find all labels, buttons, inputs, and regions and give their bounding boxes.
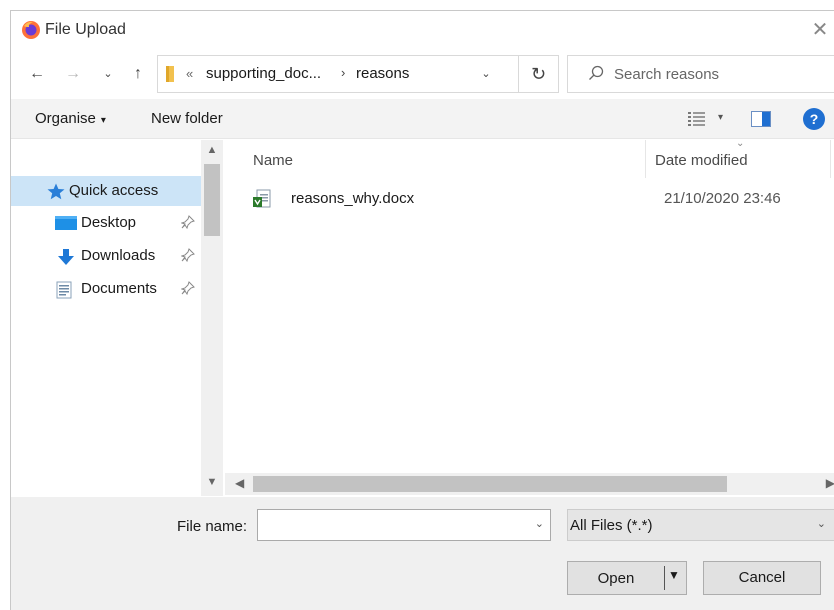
word-document-icon — [253, 189, 271, 213]
download-arrow-icon — [57, 248, 75, 270]
title-bar: File Upload ✕ — [11, 11, 834, 49]
search-box[interactable] — [567, 55, 834, 93]
breadcrumb-separator[interactable]: › — [341, 65, 345, 80]
view-options-icon[interactable] — [687, 110, 707, 132]
organise-button[interactable]: Organise ▾ — [35, 110, 106, 127]
file-name: reasons_why.docx — [291, 190, 415, 207]
preview-pane-icon[interactable] — [751, 111, 771, 127]
chevron-down-icon: ▾ — [100, 115, 106, 126]
refresh-button[interactable]: ↻ — [519, 55, 559, 93]
file-name-combobox[interactable]: ⌄ — [257, 509, 551, 541]
file-name-label: File name: — [177, 518, 248, 535]
horizontal-scrollbar[interactable]: ◀ ▶ — [225, 473, 834, 495]
sort-chevron-icon: ⌄ — [736, 138, 745, 149]
file-date-modified: 21/10/2020 23:46 — [664, 190, 781, 207]
scroll-right-icon[interactable]: ▶ — [826, 476, 834, 490]
desktop-folder-icon — [55, 215, 77, 235]
window-title: File Upload — [45, 21, 126, 38]
dropdown-arrow-icon[interactable]: ▼ — [668, 568, 680, 582]
pin-icon[interactable] — [180, 215, 195, 232]
breadcrumb-reasons[interactable]: reasons — [356, 65, 409, 82]
scrollbar-thumb[interactable] — [253, 476, 727, 492]
column-header-row: Name ⌄ Date modified — [225, 138, 834, 178]
split-divider — [664, 566, 665, 590]
column-header-name[interactable]: Name — [253, 152, 293, 169]
column-header-label: Date modified — [655, 152, 748, 169]
sidebar-item-label: Downloads — [81, 247, 156, 264]
chevron-down-icon[interactable]: ⌄ — [535, 517, 544, 530]
scrollbar-thumb[interactable] — [204, 164, 220, 236]
forward-button[interactable]: → — [61, 61, 85, 87]
sidebar-item-label: Documents — [81, 280, 157, 297]
search-input[interactable] — [614, 57, 834, 91]
chevron-down-icon[interactable]: ⌄ — [817, 517, 826, 530]
sidebar-item-documents[interactable]: Documents — [11, 274, 201, 304]
pin-icon[interactable] — [180, 248, 195, 265]
scroll-up-icon[interactable]: ▲ — [201, 144, 223, 156]
view-options-caret-icon[interactable]: ▾ — [718, 112, 723, 123]
scroll-left-icon[interactable]: ◀ — [235, 476, 244, 490]
close-button[interactable]: ✕ — [806, 15, 834, 45]
open-split-button[interactable]: Open ▼ — [567, 561, 687, 595]
breadcrumb-supporting-docs[interactable]: supporting_doc... — [206, 65, 321, 82]
sidebar-scrollbar[interactable]: ▲ ▼ — [201, 140, 223, 496]
search-icon — [588, 65, 604, 85]
documents-icon — [56, 281, 72, 303]
help-button[interactable]: ? — [803, 108, 825, 130]
organise-label: Organise — [35, 110, 96, 127]
command-toolbar: Organise ▾ New folder ▾ ? — [11, 99, 834, 139]
sidebar-item-desktop[interactable]: Desktop — [11, 208, 201, 238]
firefox-icon — [21, 20, 41, 40]
open-button-label[interactable]: Open — [568, 570, 664, 587]
cancel-button[interactable]: Cancel — [703, 561, 821, 595]
navigation-row: ← → ⌄ ↑ « supporting_doc... › reasons ⌄ … — [11, 55, 834, 93]
sidebar-item-label: Quick access — [69, 182, 159, 199]
file-upload-dialog: File Upload ✕ ← → ⌄ ↑ « supporting_doc..… — [10, 10, 834, 610]
new-folder-button[interactable]: New folder — [151, 110, 223, 127]
scroll-down-icon[interactable]: ▼ — [201, 476, 223, 488]
pin-icon[interactable] — [180, 281, 195, 298]
up-button[interactable]: ↑ — [127, 61, 149, 87]
footer-panel: File name: ⌄ All Files (*.*) ⌄ Open ▼ Ca… — [11, 497, 834, 610]
sidebar-item-label: Desktop — [81, 214, 137, 231]
folder-icon — [164, 65, 180, 87]
star-icon — [47, 183, 65, 204]
address-bar[interactable]: « supporting_doc... › reasons ⌄ — [157, 55, 519, 93]
column-header-date-modified[interactable]: ⌄ Date modified — [645, 138, 831, 178]
sidebar-item-quick-access[interactable]: Quick access — [11, 176, 201, 206]
file-row[interactable]: reasons_why.docx 21/10/2020 23:46 — [245, 184, 825, 214]
breadcrumb-overflow[interactable]: « — [186, 66, 193, 81]
file-type-filter[interactable]: All Files (*.*) ⌄ — [567, 509, 834, 541]
back-button[interactable]: ← — [25, 61, 49, 87]
file-type-label: All Files (*.*) — [570, 517, 653, 534]
address-dropdown-button[interactable]: ⌄ — [476, 64, 496, 84]
file-name-input[interactable] — [264, 514, 514, 536]
file-list: Name ⌄ Date modified reasons_why.docx 21… — [225, 138, 834, 496]
recent-locations-button[interactable]: ⌄ — [99, 61, 117, 87]
sidebar-item-downloads[interactable]: Downloads — [11, 241, 201, 271]
navigation-pane: Quick access Desktop Downloads Documents… — [11, 140, 225, 496]
